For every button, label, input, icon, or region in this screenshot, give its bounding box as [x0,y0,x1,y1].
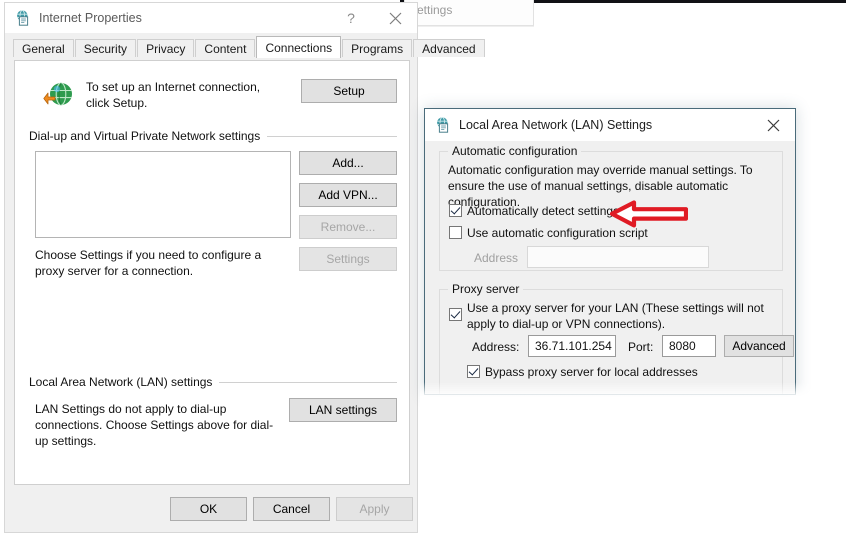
proxy-port-input[interactable]: 8080 [662,335,716,357]
script-address-label: Address [474,251,519,265]
apply-button: Apply [336,497,413,521]
proxy-server-groupbox: Proxy server Use a proxy server for your… [439,282,794,394]
use-proxy-server-label: Use a proxy server for your LAN (These s… [467,301,764,331]
proxy-address-label: Address: [472,340,520,354]
dialup-connections-list[interactable] [35,151,291,238]
internet-properties-tabstrip: General Security Privacy Content Connect… [13,35,485,58]
bypass-proxy-label: Bypass proxy server for local addresses [485,365,698,379]
background-settings-field[interactable]: settings [404,0,534,26]
proxy-address-input[interactable]: 36.71.101.254 [528,335,616,357]
lan-dialog-crop-whitespace [420,402,846,537]
lan-settings-title: Local Area Network (LAN) Settings [459,118,653,132]
lan-group-label: Local Area Network (LAN) settings [29,375,397,389]
bypass-proxy-checkbox-row[interactable]: Bypass proxy server for local addresses [467,364,767,380]
add-vpn-button[interactable]: Add VPN... [299,183,397,207]
lan-settings-titlebar: Local Area Network (LAN) Settings [425,109,795,141]
tab-security[interactable]: Security [74,39,137,57]
use-auto-config-script-checkbox-row[interactable]: Use automatic configuration script [449,225,749,241]
dialup-hint-text: Choose Settings if you need to configure… [35,248,262,278]
close-icon[interactable] [751,110,795,140]
proxy-server-title: Proxy server [448,282,524,296]
proxy-port-label: Port: [628,340,654,354]
tab-advanced[interactable]: Advanced [413,39,485,57]
internet-properties-title: Internet Properties [39,11,142,25]
use-proxy-server-checkbox-row[interactable]: Use a proxy server for your LAN (These s… [449,300,771,332]
background-field-underline [404,26,534,27]
close-icon[interactable] [373,3,417,33]
setup-description: To set up an Internet connection, click … [86,80,261,110]
settings-button: Settings [299,247,397,271]
internet-properties-command-strip: OK Cancel Apply [5,485,417,532]
red-left-arrow-annotation-icon [609,200,689,228]
lan-settings-button[interactable]: LAN settings [289,398,397,422]
dialup-group-label: Dial-up and Virtual Private Network sett… [29,129,397,143]
help-button[interactable]: ? [329,3,373,33]
ok-button[interactable]: OK [170,497,247,521]
use-proxy-server-checkbox[interactable] [449,308,462,321]
globe-with-arrow-icon [43,79,75,111]
internet-properties-titlebar: Internet Properties ? [5,3,417,33]
remove-button: Remove... [299,215,397,239]
auto-detect-settings-label: Automatically detect settings [467,204,620,218]
lan-settings-window: Local Area Network (LAN) Settings Automa… [424,108,796,395]
setup-button[interactable]: Setup [301,79,397,103]
cancel-button[interactable]: Cancel [253,497,330,521]
lan-group-label-text: Local Area Network (LAN) settings [29,375,213,389]
tab-programs[interactable]: Programs [342,39,413,57]
tab-general[interactable]: General [13,39,74,57]
setup-section: To set up an Internet connection, click … [29,77,397,123]
connections-tab-page: To set up an Internet connection, click … [14,60,410,485]
internet-properties-icon [14,9,32,27]
dialup-group-label-text: Dial-up and Virtual Private Network sett… [29,129,261,143]
automatic-configuration-title: Automatic configuration [448,144,582,158]
auto-detect-settings-checkbox[interactable] [449,204,462,217]
proxy-advanced-button[interactable]: Advanced [724,335,794,357]
internet-properties-window: Internet Properties ? General Security P… [4,2,485,533]
bypass-proxy-checkbox[interactable] [467,365,480,378]
tab-connections[interactable]: Connections [256,36,342,58]
dialup-group-rule [267,135,397,137]
internet-properties-title-buttons: ? [329,3,417,33]
tab-privacy[interactable]: Privacy [137,39,195,57]
add-button[interactable]: Add... [299,151,397,175]
tab-content[interactable]: Content [195,39,256,57]
script-address-input[interactable] [527,246,709,268]
lan-hint-text: LAN Settings do not apply to dial-up con… [35,402,274,448]
use-auto-config-script-checkbox[interactable] [449,226,462,239]
lan-settings-title-buttons [751,110,795,140]
lan-group-rule [219,381,397,383]
lan-settings-icon [434,116,452,134]
